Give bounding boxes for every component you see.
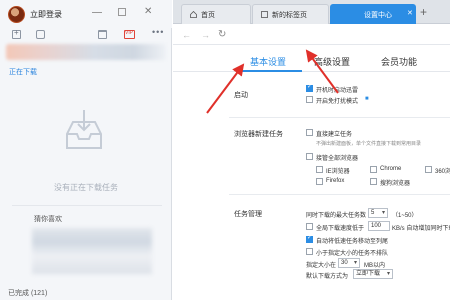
section-browser-task-label: 浏览器新建任务 <box>234 131 283 138</box>
auto-move-slow-checkbox[interactable] <box>306 234 313 243</box>
vip-icon[interactable] <box>124 30 135 39</box>
takeover-browsers-checkbox[interactable] <box>306 153 313 160</box>
direct-task-note: 不弹出新建面板，单个文件直接下载到常用目录 <box>316 141 422 147</box>
page-icon <box>261 11 268 18</box>
browser-firefox-checkbox[interactable] <box>316 178 323 185</box>
new-tab-icon[interactable]: + <box>420 5 427 19</box>
do-not-disturb-checkbox[interactable] <box>306 96 313 103</box>
browser-360-checkbox[interactable] <box>425 166 432 173</box>
speed-low-suffix: KB/s 自动增加同时下载 <box>392 226 450 232</box>
divider <box>229 194 450 195</box>
tab-label: 新的标签页 <box>272 12 307 19</box>
login-link[interactable]: 立即登录 <box>30 9 62 20</box>
tab-bar: 首页 新的标签页 设置中心 ✕ + <box>173 0 450 24</box>
recommend-label: 猜你喜欢 <box>34 216 62 223</box>
blurred-banner <box>6 44 166 60</box>
default-mode-value: 立即下载 <box>356 271 381 277</box>
tab-new-tab[interactable]: 新的标签页 <box>252 4 329 24</box>
refresh-icon[interactable]: ↻ <box>218 29 226 40</box>
info-icon[interactable]: ■ <box>365 96 369 102</box>
browser-sogou-label: 搜狗浏览器 <box>380 181 411 187</box>
empty-tray-icon <box>66 110 102 149</box>
speed-threshold-input[interactable]: 100 <box>368 221 390 231</box>
browser-chrome-checkbox[interactable] <box>370 166 377 173</box>
maximize-icon[interactable] <box>118 8 126 16</box>
tab-close-icon[interactable]: ✕ <box>407 9 413 17</box>
section-startup-label: 启动 <box>234 92 248 99</box>
size-limit-value: 30 <box>341 260 348 266</box>
max-tasks-value: 5 <box>371 210 375 216</box>
small-task-no-queue-label: 小于指定大小的任务不排队 <box>316 251 389 257</box>
speed-low-checkbox[interactable] <box>306 223 313 230</box>
folder-icon[interactable] <box>36 30 45 39</box>
tab-basic-settings[interactable]: 基本设置 <box>250 55 286 68</box>
startup-launch-label: 开机时启动迅雷 <box>316 88 359 94</box>
close-icon[interactable]: ✕ <box>144 6 152 17</box>
default-mode-select[interactable]: 立即下载 <box>353 269 393 279</box>
browser-360-label: 360浏 <box>435 169 450 175</box>
tab-label: 首页 <box>201 12 215 19</box>
navigation-bar: ← → ↻ <box>173 25 450 45</box>
delete-icon[interactable] <box>98 30 107 39</box>
size-limit-label: 指定大小在 <box>306 263 337 269</box>
do-not-disturb-label: 开启免打扰模式 <box>316 99 359 105</box>
tab-advanced-settings[interactable]: 高级设置 <box>314 55 350 68</box>
max-tasks-range: （1~50） <box>392 213 418 219</box>
more-icon[interactable]: ••• <box>152 27 164 37</box>
browser-ie-checkbox[interactable] <box>316 166 323 173</box>
active-tab-indicator <box>236 70 302 72</box>
forward-icon[interactable]: → <box>201 30 210 40</box>
settings-content: 启动 开机时启动迅雷 开启免打扰模式 ■ 浏览器新建任务 直接建立任务 不弹出新… <box>173 73 450 300</box>
tab-settings-center[interactable]: 设置中心 ✕ <box>330 4 416 24</box>
minimize-icon[interactable] <box>92 12 102 13</box>
tab-label: 设置中心 <box>364 12 392 19</box>
empty-state-text: 没有正在下载任务 <box>54 183 118 192</box>
browser-window: 首页 新的标签页 设置中心 ✕ + ← → ↻ 基本设置 高级设置 会员功能 启… <box>173 0 450 300</box>
browser-ie-label: IE浏览器 <box>326 169 350 175</box>
speed-low-label: 全局下载速度低于 <box>316 226 365 232</box>
max-tasks-label: 同时下载的最大任务数 <box>306 213 367 219</box>
back-icon[interactable]: ← <box>182 30 191 40</box>
speed-threshold-value: 100 <box>371 223 382 229</box>
size-limit-select[interactable]: 30 <box>338 258 360 268</box>
default-mode-label: 默认下载方式为 <box>306 274 349 280</box>
tab-member-features[interactable]: 会员功能 <box>381 55 417 68</box>
browser-sogou-checkbox[interactable] <box>370 178 377 185</box>
small-task-no-queue-checkbox[interactable] <box>306 248 313 255</box>
download-manager-header: 立即登录 ✕ <box>0 0 172 28</box>
auto-move-slow-label: 自动将低速任务移动至列尾 <box>316 239 389 245</box>
section-task-management-label: 任务管理 <box>234 211 262 218</box>
browser-chrome-label: Chrome <box>380 166 402 172</box>
direct-task-checkbox[interactable] <box>306 129 313 136</box>
tab-home[interactable]: 首页 <box>181 4 251 24</box>
download-manager-panel: 立即登录 ✕ ••• 正在下载 没有正在下载任务 猜你喜欢 已完成 (121) <box>0 0 172 300</box>
max-tasks-select[interactable]: 5 <box>368 208 388 218</box>
download-toolbar: ••• <box>0 27 172 43</box>
takeover-browsers-label: 接管全部浏览器 <box>316 156 359 162</box>
settings-tabs: 基本设置 高级设置 会员功能 <box>173 46 450 72</box>
new-task-icon[interactable] <box>12 28 21 39</box>
divider <box>229 117 450 118</box>
browser-firefox-label: Firefox <box>326 178 345 184</box>
completed-count[interactable]: 已完成 (121) <box>8 288 47 298</box>
size-limit-unit: MB以内 <box>364 263 386 269</box>
downloading-label[interactable]: 正在下载 <box>9 67 37 77</box>
recommend-blurred-list <box>32 228 152 274</box>
direct-task-label: 直接建立任务 <box>316 132 353 138</box>
home-icon <box>190 11 197 18</box>
startup-launch-checkbox[interactable] <box>306 83 313 92</box>
divider <box>12 205 162 206</box>
avatar[interactable] <box>8 6 25 23</box>
